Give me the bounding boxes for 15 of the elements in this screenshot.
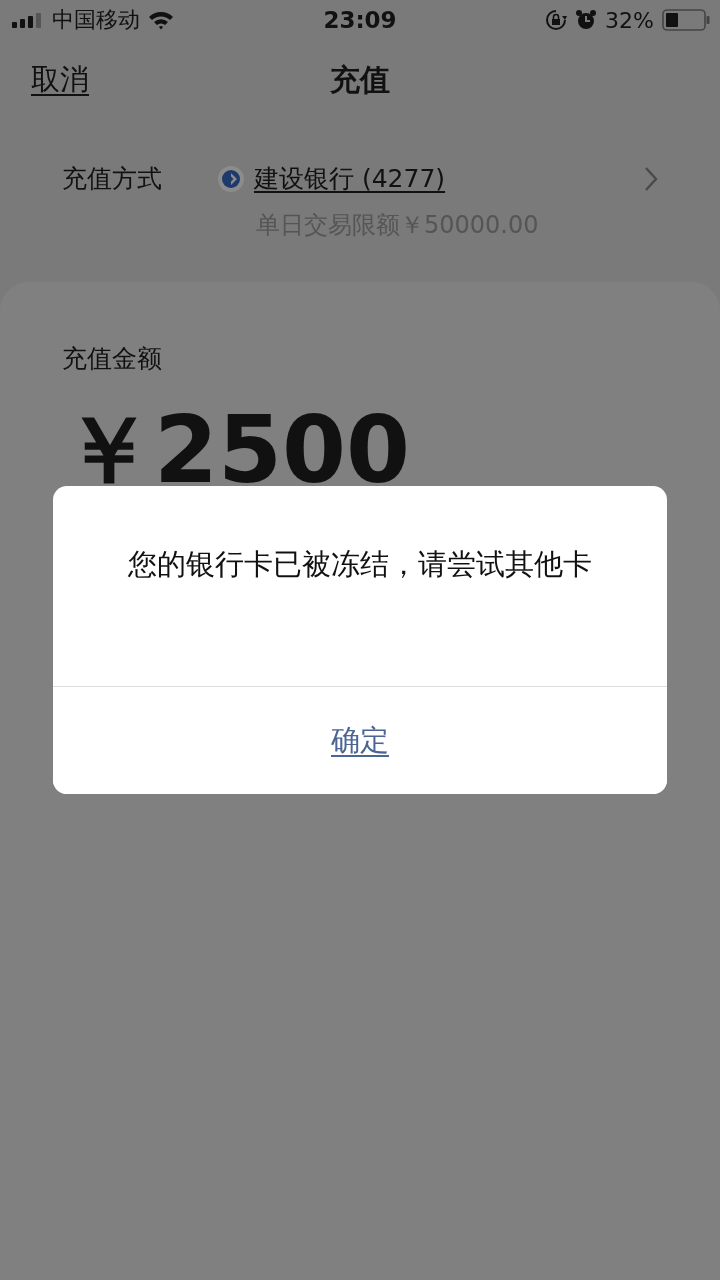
battery-percent: 32% — [605, 7, 654, 33]
wifi-icon — [148, 10, 174, 30]
signal-icon — [12, 12, 44, 28]
bank-logo-icon — [218, 165, 244, 192]
rotation-lock-icon — [545, 9, 568, 31]
page-title: 充值 — [330, 60, 390, 99]
bank-name: 建设银行 (4277) — [254, 163, 446, 195]
alarm-icon — [575, 9, 598, 31]
chevron-right-icon — [644, 166, 658, 192]
battery-icon — [662, 9, 710, 31]
cancel-button[interactable]: 取消 — [31, 60, 89, 100]
amount-label: 充值金额 — [62, 343, 163, 375]
status-time: 23:09 — [323, 7, 397, 33]
payment-label: 充值方式 — [62, 163, 163, 195]
carrier-name: 中国移动 — [52, 6, 140, 34]
